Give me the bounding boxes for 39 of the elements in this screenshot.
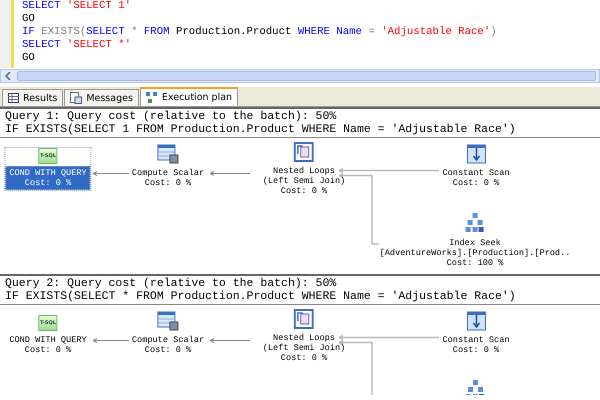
plan-icon: [146, 92, 158, 104]
nested-loops-icon: [294, 309, 314, 329]
operator-label[interactable]: Nested Loops (Left Semi Join) Cost: 0 %: [258, 331, 350, 365]
query-statement: IF EXISTS(SELECT * FROM Production.Product WHERE Name = 'Adjustable Race'): [5, 290, 517, 303]
query-cost-text: Query 2: Query cost (relative to the batch): 50%: [5, 277, 338, 290]
connector-arrow: [93, 171, 129, 176]
connector-arrow: [210, 171, 250, 176]
index-tree-icon: [465, 379, 485, 395]
constant-scan-icon: [466, 311, 486, 331]
nested-loops-icon: [294, 142, 314, 162]
constant-scan-icon: [466, 144, 486, 164]
operator-label[interactable]: COND WITH QUERY Cost: 0 %: [5, 166, 91, 190]
code-line: IF EXISTS(SELECT * FROM Production.Product WHERE Name = 'Adjustable Race'): [22, 26, 497, 39]
line-gutter: [0, 0, 14, 68]
table-calculator-icon: [157, 144, 179, 164]
grid-icon: [8, 93, 19, 103]
connector-arrow: [210, 338, 250, 343]
operator-label[interactable]: Constant Scan Cost: 0 %: [438, 166, 514, 190]
operator-label[interactable]: Nested Loops (Left Semi Join) Cost: 0 %: [258, 164, 350, 198]
operator-label[interactable]: Constant Scan Cost: 0 %: [438, 333, 514, 357]
code-line: SELECT 'SELECT 1': [22, 0, 132, 13]
index-tree-icon: [465, 212, 485, 234]
query-cost-text: Query 1: Query cost (relative to the batch): 50%: [5, 110, 338, 123]
connector-arrow: [93, 338, 129, 343]
scroll-thumb[interactable]: [17, 71, 596, 81]
result-tab[interactable]: Results: [2, 89, 64, 106]
code-line: SELECT 'SELECT *': [22, 39, 132, 52]
document-icon: [70, 92, 82, 104]
operator-label[interactable]: Index Seek [AdventureWorks].[Production].[Prod.. Cost: 100 %: [376, 236, 574, 270]
result-tab[interactable]: Messages: [64, 89, 139, 106]
query-statement: IF EXISTS(SELECT 1 FROM Production.Product WHERE Name = 'Adjustable Race'): [5, 123, 517, 136]
code-line: GO: [22, 52, 36, 65]
result-tab[interactable]: Execution plan: [140, 87, 238, 106]
operator-label[interactable]: Compute Scalar Cost: 0 %: [128, 166, 208, 190]
table-calculator-icon: [157, 311, 179, 331]
code-line: GO: [22, 13, 36, 26]
operator-label[interactable]: Compute Scalar Cost: 0 %: [128, 333, 208, 357]
horizontal-scrollbar[interactable]: [0, 69, 600, 83]
operator-label[interactable]: COND WITH QUERY Cost: 0 %: [5, 333, 91, 357]
